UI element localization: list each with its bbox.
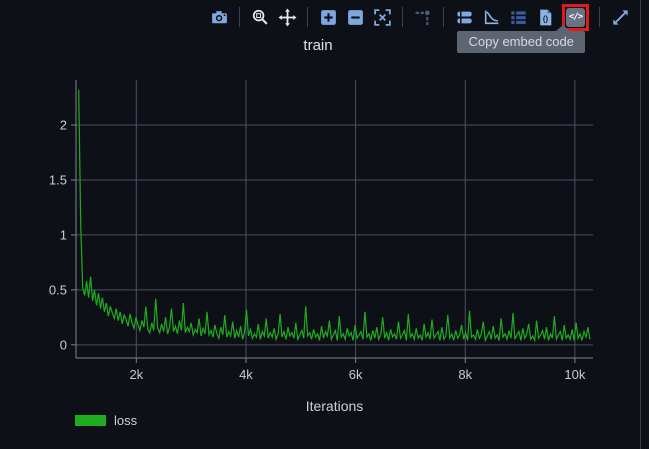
y-tick-label: 2	[60, 118, 67, 133]
legend-swatch	[75, 415, 106, 426]
pane-divider	[640, 0, 641, 449]
x-tick-label: 6k	[349, 367, 363, 382]
y-tick-label: 0.5	[49, 282, 67, 297]
pan-icon	[278, 8, 297, 27]
embed-code-button[interactable]: </>	[566, 8, 585, 27]
x-axis-label: Iterations	[76, 398, 593, 414]
toolbar-separator	[402, 7, 403, 27]
compare-hover-icon	[455, 8, 474, 27]
y-tick-label: 1.5	[49, 172, 67, 187]
fullscreen-icon	[611, 8, 630, 27]
plot-panel: 2k 4k 6k 8k 10k 0 0.5 1 1.5 2	[0, 0, 649, 449]
box-zoom-button[interactable]	[250, 7, 270, 27]
loss-chart[interactable]: 2k 4k 6k 8k 10k 0 0.5 1 1.5 2	[0, 0, 649, 449]
pan-button[interactable]	[277, 7, 297, 27]
toolbar-separator	[239, 7, 240, 27]
log-scale-button[interactable]	[481, 7, 501, 27]
data-table-icon	[509, 8, 528, 27]
zoom-box-icon	[251, 8, 270, 27]
spike-lines-icon	[414, 8, 433, 27]
zoom-out-icon	[346, 8, 365, 27]
camera-icon	[210, 8, 229, 27]
toolbar-separator	[443, 7, 444, 27]
legend: loss	[75, 413, 137, 428]
download-json-icon: ()	[536, 8, 555, 27]
autoscale-button[interactable]	[372, 7, 392, 27]
download-json-button[interactable]: ()	[535, 7, 555, 27]
x-tick-label: 10k	[564, 367, 585, 382]
embed-code-icon: </>	[569, 12, 582, 22]
svg-text:(): ()	[542, 14, 548, 23]
x-tick-label: 2k	[129, 367, 143, 382]
toolbar-separator	[599, 7, 600, 27]
zoom-in-button[interactable]	[318, 7, 338, 27]
y-tick-label: 1	[60, 227, 67, 242]
chart-title: train	[0, 37, 636, 54]
x-tick-label: 4k	[239, 367, 253, 382]
x-tick-label: 8k	[458, 367, 472, 382]
data-table-button[interactable]	[508, 7, 528, 27]
loss-line	[79, 90, 590, 341]
log-scale-icon	[482, 8, 501, 27]
y-tick-label: 0	[60, 337, 67, 352]
legend-label: loss	[114, 413, 137, 428]
legend-item-loss[interactable]: loss	[75, 413, 137, 428]
toolbar-separator	[307, 7, 308, 27]
spike-lines-button[interactable]	[413, 7, 433, 27]
snapshot-button[interactable]	[209, 7, 229, 27]
autoscale-icon	[373, 8, 392, 27]
fullscreen-button[interactable]	[610, 7, 630, 27]
zoom-in-icon	[319, 8, 338, 27]
compare-hover-button[interactable]	[454, 7, 474, 27]
zoom-out-button[interactable]	[345, 7, 365, 27]
